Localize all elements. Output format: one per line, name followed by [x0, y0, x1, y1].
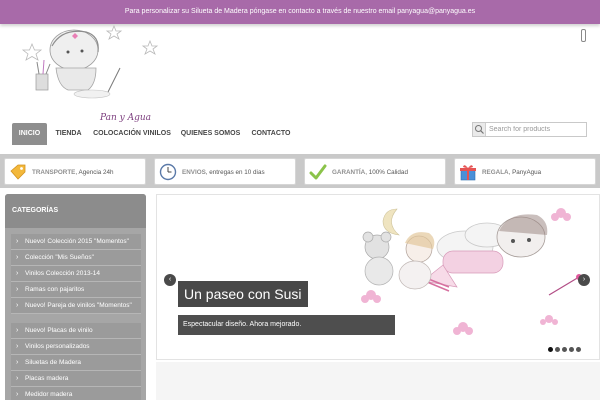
nav-item-contacto[interactable]: CONTACTO [248, 123, 294, 145]
chevron-right-icon: › [16, 327, 19, 334]
chevron-right-icon: › [16, 254, 19, 261]
nav-item-colocacion-vinilos[interactable]: COLOCACIÓN VINILOS [91, 123, 173, 145]
category-item[interactable]: › Nuevo! Pareja de vinilos "Momentos" [11, 298, 141, 314]
category-item[interactable]: › Siluetas de Madera [11, 355, 141, 371]
logo-illustration [21, 24, 159, 99]
feature-title: TRANSPORTE [32, 169, 76, 176]
feature-garantia: GARANTÍA, 100% Calidad [304, 158, 446, 185]
category-item[interactable]: › Colección "Mis Sueños" [11, 250, 141, 266]
category-item[interactable]: › Placas madera [11, 371, 141, 387]
announcement-bar: Para personalizar su Silueta de Madera p… [0, 0, 600, 24]
slider-dot[interactable] [576, 347, 581, 352]
category-item[interactable]: › Nuevo! Placas de vinilo [11, 323, 141, 339]
slide-illustration [361, 208, 582, 335]
category-item[interactable]: › Ramas con pajaritos [11, 282, 141, 298]
slider-dot[interactable] [548, 347, 553, 352]
category-label: Placas madera [25, 375, 69, 382]
chevron-right-icon: › [16, 391, 19, 398]
announcement-text: Para personalizar su Silueta de Madera p… [124, 8, 476, 15]
category-label: Nuevo! Placas de vinilo [25, 327, 93, 334]
chevron-right-icon: › [16, 375, 19, 382]
nav-item-tienda[interactable]: TIENDA [52, 123, 85, 145]
logo-text: Pan y Agua [100, 113, 152, 123]
chevron-right-icon: › [16, 343, 19, 350]
checkmark-icon [309, 164, 327, 180]
price-tag-icon [10, 164, 26, 180]
chevron-right-icon: › [16, 359, 19, 366]
feature-transporte: TRANSPORTE, Agencia 24h [4, 158, 146, 185]
chevron-right-icon: › [16, 302, 19, 309]
slide-title: Un paseo con Susi [178, 281, 308, 307]
slider-dot[interactable] [555, 347, 560, 352]
search-button[interactable] [473, 123, 486, 136]
category-item[interactable]: › Vinilos Colección 2013-14 [11, 266, 141, 282]
hero-slider [156, 194, 600, 360]
category-label: Nuevo! Pareja de vinilos "Momentos" [25, 302, 132, 309]
slider-dot[interactable] [562, 347, 567, 352]
chevron-right-icon: › [16, 238, 19, 245]
category-item[interactable]: › Nuevo! Colección 2015 "Momentos" [11, 234, 141, 250]
feature-title: REGALA [482, 169, 509, 176]
feature-regala: REGALA, PanyAgua [454, 158, 596, 185]
nav-item-inicio[interactable]: INICIO [12, 123, 47, 145]
feature-text: , Agencia 24h [75, 169, 114, 176]
clock-icon [159, 163, 177, 181]
category-label: Medidor madera [25, 391, 73, 398]
feature-text: , 100% Calidad [365, 169, 408, 176]
slide-caption: Espectacular diseño. Ahora mejorado. [178, 315, 395, 335]
feature-text: , entregas en 10 dias [205, 169, 265, 176]
chevron-right-icon: › [16, 270, 19, 277]
slider-dot[interactable] [569, 347, 574, 352]
category-label: Vinilos personalizados [25, 343, 90, 350]
site-logo[interactable]: Pan y Agua [12, 24, 164, 123]
categories-title: CATEGORÍAS [5, 194, 146, 228]
search-input[interactable] [489, 123, 585, 136]
nav-item-quienes-somos[interactable]: QUIENES SOMOS [179, 123, 242, 145]
category-label: Nuevo! Colección 2015 "Momentos" [25, 238, 129, 245]
content-area [156, 362, 600, 400]
slider-prev-button[interactable]: ‹ [164, 274, 176, 286]
feature-title: GARANTÍA [332, 169, 366, 176]
category-item[interactable]: › Medidor madera [11, 387, 141, 400]
search-icon [475, 125, 484, 134]
category-label: Vinilos Colección 2013-14 [25, 270, 101, 277]
category-label: Ramas con pajaritos [25, 286, 85, 293]
category-label: Colección "Mis Sueños" [25, 254, 94, 261]
category-item[interactable]: › Vinilos personalizados [11, 339, 141, 355]
gift-icon [460, 165, 476, 181]
features-band: TRANSPORTE, Agencia 24h ENVIOS, entregas… [0, 154, 600, 188]
slider-next-button[interactable]: › [578, 274, 590, 286]
category-label: Siluetas de Madera [25, 359, 82, 366]
feature-envios: ENVIOS, entregas en 10 dias [154, 158, 296, 185]
mobile-menu-toggle[interactable] [581, 29, 586, 42]
feature-title: ENVIOS [182, 169, 206, 176]
product-search [472, 122, 587, 137]
chevron-right-icon: › [16, 286, 19, 293]
feature-text: , PanyAgua [508, 169, 542, 176]
